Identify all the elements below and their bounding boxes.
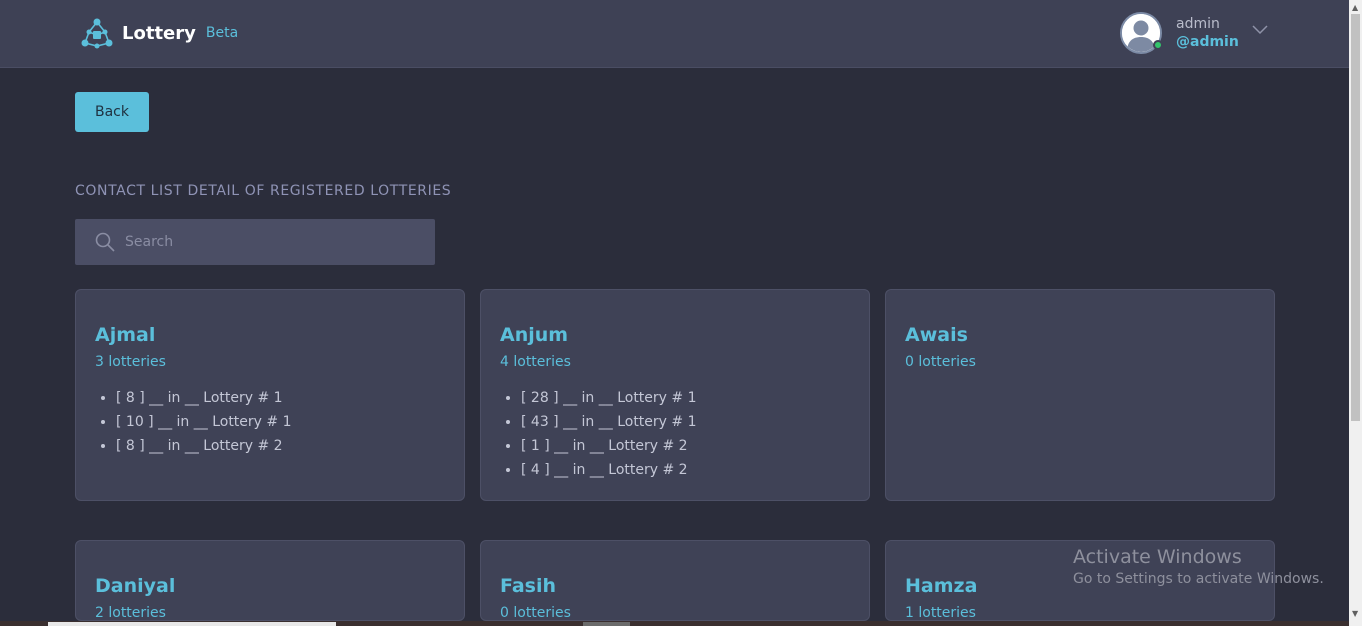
lottery-count: 4 lotteries [500,354,571,370]
contact-card: Daniyal 2 lotteries [75,540,465,621]
scroll-down-arrow-icon[interactable]: ▼ [1352,609,1358,618]
lottery-count: 3 lotteries [95,354,166,370]
top-navbar: Lottery Beta admin @admin [0,0,1349,68]
contact-card: Fasih 0 lotteries [480,540,870,621]
contact-name[interactable]: Anjum [500,324,850,346]
user-menu[interactable]: admin @admin [1120,12,1239,54]
brand-name: Lottery [122,22,196,44]
beta-badge: Beta [205,25,239,41]
contact-card: Awais 0 lotteries [885,289,1275,501]
lottery-count: 0 lotteries [905,354,976,370]
contact-card: Ajmal 3 lotteries [ 8 ] __ in __ Lottery… [75,289,465,501]
lottery-count: 1 lotteries [905,605,976,621]
activate-windows-watermark: Activate Windows Go to Settings to activ… [1073,546,1324,587]
user-handle: @admin [1176,34,1239,50]
contact-name[interactable]: Ajmal [95,324,445,346]
search-icon [95,232,115,252]
back-button[interactable]: Back [75,92,149,132]
list-item: [ 8 ] __ in __ Lottery # 2 [116,434,445,458]
lottery-count: 2 lotteries [95,605,166,621]
network-logo-icon [81,18,113,49]
lottery-list: [ 8 ] __ in __ Lottery # 1 [ 10 ] __ in … [95,386,445,458]
user-info: admin @admin [1176,15,1239,51]
contact-name[interactable]: Daniyal [95,575,445,597]
bottom-strip-segment [48,622,336,626]
contact-name[interactable]: Fasih [500,575,850,597]
page-title: CONTACT LIST DETAIL OF REGISTERED LOTTER… [75,183,452,199]
lottery-list: [ 28 ] __ in __ Lottery # 1 [ 43 ] __ in… [500,386,850,482]
scroll-up-arrow-icon[interactable]: ▲ [1352,3,1358,12]
online-status-dot [1153,40,1163,50]
contact-card: Anjum 4 lotteries [ 28 ] __ in __ Lotter… [480,289,870,501]
lottery-count: 0 lotteries [500,605,571,621]
list-item: [ 8 ] __ in __ Lottery # 1 [116,386,445,410]
user-name: admin [1176,16,1220,32]
bottom-strip-segment [583,622,630,626]
list-item: [ 1 ] __ in __ Lottery # 2 [521,434,850,458]
list-item: [ 43 ] __ in __ Lottery # 1 [521,410,850,434]
list-item: [ 4 ] __ in __ Lottery # 2 [521,458,850,482]
search-box [75,219,435,265]
watermark-title: Activate Windows [1073,546,1242,568]
chevron-down-icon[interactable] [1252,25,1268,35]
list-item: [ 10 ] __ in __ Lottery # 1 [116,410,445,434]
contact-name[interactable]: Awais [905,324,1255,346]
list-item: [ 28 ] __ in __ Lottery # 1 [521,386,850,410]
watermark-subtitle: Go to Settings to activate Windows. [1073,571,1324,587]
search-input[interactable] [125,234,425,250]
scrollbar-thumb[interactable] [1351,14,1360,421]
brand[interactable]: Lottery Beta [80,16,238,50]
